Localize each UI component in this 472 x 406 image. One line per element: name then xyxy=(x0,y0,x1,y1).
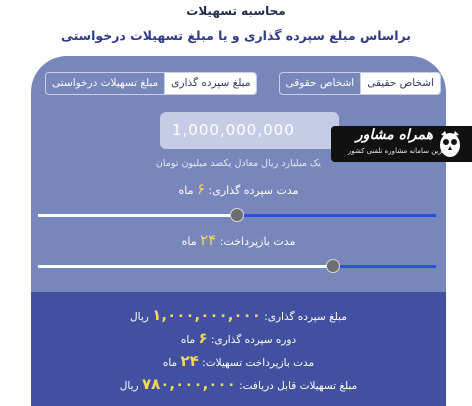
deposit-period-slider[interactable] xyxy=(38,208,436,222)
repayment-period-value: ۲۴ xyxy=(200,231,217,249)
calc-basis-selector: مبلغ تسهیلات درخواستی مبلغ سپرده گذاری xyxy=(45,72,258,95)
option-legal-persons[interactable]: اشخاص حقوقی xyxy=(280,73,361,94)
summary-deposit-period: دوره سپرده گذاری: ۶ ماه xyxy=(180,329,297,347)
option-natural-persons[interactable]: اشخاص حقیقی xyxy=(360,73,440,94)
option-deposit-amount[interactable]: مبلغ سپرده گذاری xyxy=(164,73,257,94)
slider-thumb[interactable] xyxy=(326,259,340,273)
watermark-name: همراه مشاور xyxy=(355,127,433,143)
repayment-period-label: مدت بازپرداخت: ۲۴ ماه xyxy=(181,231,296,249)
page-title: محاسبه تسهیلات xyxy=(186,4,286,18)
summary-deposit-amount: مبلغ سپرده گذاری: ۱,۰۰۰,۰۰۰,۰۰۰ ریال xyxy=(130,306,347,324)
page-subtitle: براساس مبلغ سپرده گذاری و یا مبلغ تسهیلا… xyxy=(61,28,411,43)
person-type-selector: اشخاص حقوقی اشخاص حقیقی xyxy=(278,72,441,95)
slider-thumb[interactable] xyxy=(230,208,244,222)
slider-track-filled xyxy=(38,265,333,268)
slider-track-filled xyxy=(38,214,237,217)
slider-track-remaining xyxy=(333,265,436,268)
summary-loan-amount: مبلغ تسهیلات قابل دریافت: ۷۸۰,۰۰۰,۰۰۰ ری… xyxy=(119,375,358,393)
summary-panel: مبلغ سپرده گذاری: ۱,۰۰۰,۰۰۰,۰۰۰ ریال دور… xyxy=(31,292,446,406)
summary-repayment-period: مدت بازپرداخت تسهیلات: ۲۴ ماه xyxy=(162,352,315,370)
option-requested-loan[interactable]: مبلغ تسهیلات درخواستی xyxy=(46,73,164,94)
watermark-tagline: بزرگترین سامانه مشاوره تلفنی کشور xyxy=(347,147,457,155)
calculator-card: اشخاص حقوقی اشخاص حقیقی مبلغ تسهیلات درخ… xyxy=(31,56,446,406)
slider-track-remaining xyxy=(237,214,436,217)
deposit-period-label: مدت سپرده گذاری: ۶ ماه xyxy=(178,180,299,198)
amount-input[interactable] xyxy=(160,112,339,149)
deposit-period-value: ۶ xyxy=(196,180,206,198)
repayment-period-slider[interactable] xyxy=(38,259,436,273)
watermark-logo: همراه مشاور بزرگترین سامانه مشاوره تلفنی… xyxy=(331,126,472,162)
